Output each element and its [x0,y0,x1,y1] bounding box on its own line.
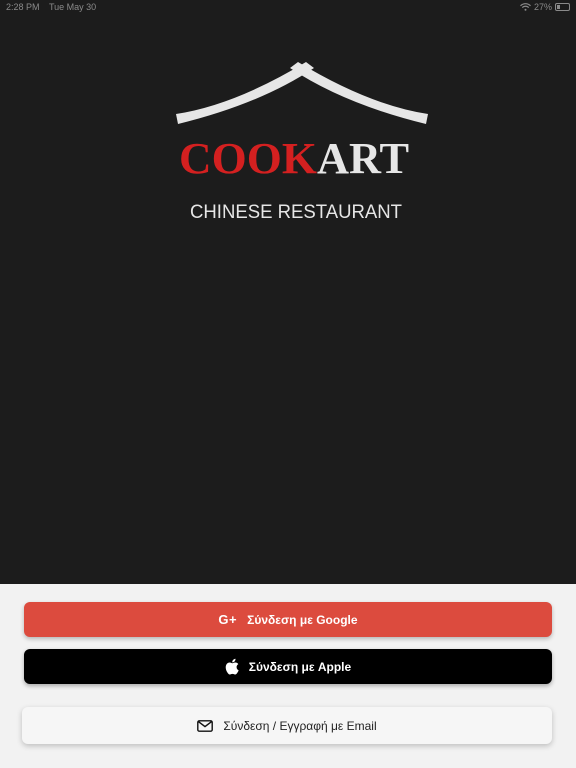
google-login-label: Σύνδεση με Google [247,612,358,627]
cookart-logo: COOK ART CHINESE RESTAURANT [176,62,428,223]
google-login-button[interactable]: G+ Σύνδεση με Google [24,602,552,637]
apple-login-button[interactable]: Σύνδεση με Apple [24,649,552,684]
apple-icon [225,658,239,675]
brand-name-white: ART [317,134,409,183]
chopsticks-icon [176,62,314,124]
email-login-button[interactable]: Σύνδεση / Εγγραφή με Email [22,707,552,744]
email-login-label: Σύνδεση / Εγγραφή με Email [223,718,377,733]
brand-name-red: COOK [179,134,317,183]
mail-icon [197,719,214,732]
brand-tagline: CHINESE RESTAURANT [190,202,402,223]
apple-login-label: Σύνδεση με Apple [248,659,352,674]
login-panel: G+ Σύνδεση με Google Σύνδεση με Apple Σύ… [0,584,576,768]
google-plus-icon: G+ [218,612,238,627]
